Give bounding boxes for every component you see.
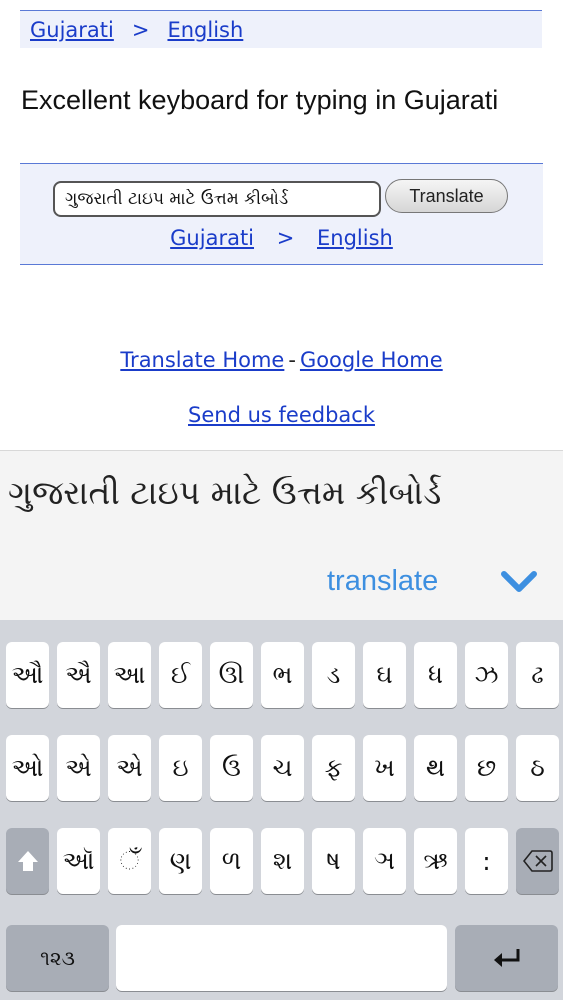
- key[interactable]: ડ: [312, 642, 355, 708]
- key[interactable]: ઢ: [516, 642, 559, 708]
- translate-input[interactable]: [53, 181, 381, 217]
- key-label: ઁ: [119, 846, 140, 875]
- translate-source-language-link[interactable]: Gujarati: [170, 226, 254, 250]
- key[interactable]: ઁ: [108, 828, 151, 894]
- key[interactable]: ષ: [312, 828, 355, 894]
- key-label: ઇ: [172, 753, 189, 782]
- key-label: ઘ: [376, 660, 393, 689]
- translate-language-pair: Gujarati > English: [20, 226, 543, 250]
- translate-box: Translate Gujarati > English: [20, 163, 543, 265]
- key-label: એ: [116, 753, 143, 782]
- key-label: છ: [476, 753, 497, 782]
- key[interactable]: ચ: [261, 735, 304, 801]
- space-key[interactable]: [116, 925, 447, 991]
- target-language-link[interactable]: English: [167, 18, 243, 42]
- return-arrow-icon: [493, 949, 519, 967]
- key[interactable]: ણ: [159, 828, 202, 894]
- key[interactable]: ળ: [210, 828, 253, 894]
- gujarati-keyboard: ઔ ઐ આ ઈ ઊ ભ ડ ઘ ધ ઝ ઢ ઓ એ એ ઇ ઉ ચ ફ ખ થ …: [0, 620, 563, 1000]
- key-label: ડ: [326, 660, 341, 689]
- key[interactable]: ઐ: [57, 642, 100, 708]
- overlay-translate-button[interactable]: translate: [327, 565, 438, 598]
- key-label: ષ: [326, 846, 341, 875]
- key-label: ઐ: [65, 660, 92, 689]
- key[interactable]: ઓ: [6, 735, 49, 801]
- key[interactable]: ઔ: [6, 642, 49, 708]
- backspace-icon: [522, 850, 553, 872]
- key-label: ઓ: [11, 753, 44, 782]
- key-label: ફ: [324, 753, 343, 782]
- key-label: ખ: [374, 753, 395, 782]
- page-title: Excellent keyboard for typing in Gujarat…: [21, 85, 499, 115]
- key[interactable]: ધ: [414, 642, 457, 708]
- key-label: ણ: [169, 846, 192, 875]
- key-label: શ: [272, 846, 293, 875]
- key[interactable]: છ: [465, 735, 508, 801]
- key-label: ળ: [221, 846, 242, 875]
- key[interactable]: આ: [108, 642, 151, 708]
- numbers-key[interactable]: ૧૨૩: [6, 925, 109, 991]
- key[interactable]: ઈ: [159, 642, 202, 708]
- key-label: ઢ: [531, 660, 544, 689]
- key-label: ચ: [272, 753, 293, 782]
- key-label: એ: [65, 753, 92, 782]
- key-label: ઈ: [170, 660, 191, 689]
- key[interactable]: ઋ: [414, 828, 457, 894]
- key[interactable]: ફ: [312, 735, 355, 801]
- key-label: ઑ: [62, 846, 95, 875]
- key[interactable]: :: [465, 828, 508, 894]
- language-separator: >: [131, 17, 150, 42]
- key[interactable]: ઝ: [465, 642, 508, 708]
- footer-links: Translate Home - Google Home: [0, 348, 563, 372]
- translate-language-separator: >: [276, 226, 295, 250]
- delete-key[interactable]: [516, 828, 559, 894]
- key[interactable]: એ: [108, 735, 151, 801]
- send-feedback-link[interactable]: Send us feedback: [188, 403, 375, 427]
- overlay-input-text[interactable]: ગુજરાતી ટાઇપ માટે ઉત્તમ કીબોર્ડ: [8, 473, 441, 513]
- key[interactable]: ઇ: [159, 735, 202, 801]
- google-home-link[interactable]: Google Home: [300, 348, 443, 372]
- key-label: ઞ: [374, 846, 395, 875]
- translate-button[interactable]: Translate: [385, 179, 508, 213]
- shift-arrow-icon: [17, 851, 38, 871]
- key-label: ઠ: [530, 753, 545, 782]
- keyboard-input-overlay: ગુજરાતી ટાઇપ માટે ઉત્તમ કીબોર્ડ translat…: [0, 450, 563, 621]
- key-label: ઊ: [218, 660, 245, 689]
- key[interactable]: ઞ: [363, 828, 406, 894]
- key-label: થ: [425, 753, 446, 782]
- key-label: ભ: [272, 660, 293, 689]
- feedback-row: Send us feedback: [0, 403, 563, 427]
- source-language-link[interactable]: Gujarati: [30, 18, 114, 42]
- key-label: આ: [113, 660, 146, 689]
- translate-home-link[interactable]: Translate Home: [120, 348, 284, 372]
- key-label: ઉ: [222, 753, 241, 782]
- key[interactable]: ઑ: [57, 828, 100, 894]
- key-label: :: [482, 846, 491, 876]
- key[interactable]: શ: [261, 828, 304, 894]
- shift-key[interactable]: [6, 828, 49, 894]
- key[interactable]: થ: [414, 735, 457, 801]
- numbers-key-label: ૧૨૩: [40, 946, 75, 970]
- key[interactable]: ભ: [261, 642, 304, 708]
- footer-dash: -: [288, 348, 296, 372]
- key[interactable]: ઊ: [210, 642, 253, 708]
- chevron-down-icon[interactable]: [500, 569, 538, 595]
- key[interactable]: એ: [57, 735, 100, 801]
- key-label: ઔ: [11, 660, 44, 689]
- top-language-bar: Gujarati > English: [20, 10, 542, 48]
- translate-target-language-link[interactable]: English: [317, 226, 393, 250]
- key-label: ઋ: [423, 846, 448, 875]
- key[interactable]: ઠ: [516, 735, 559, 801]
- key-label: ઝ: [474, 660, 499, 689]
- key-label: ધ: [427, 660, 443, 689]
- return-key[interactable]: [455, 925, 558, 991]
- key[interactable]: ઉ: [210, 735, 253, 801]
- key[interactable]: ખ: [363, 735, 406, 801]
- key[interactable]: ઘ: [363, 642, 406, 708]
